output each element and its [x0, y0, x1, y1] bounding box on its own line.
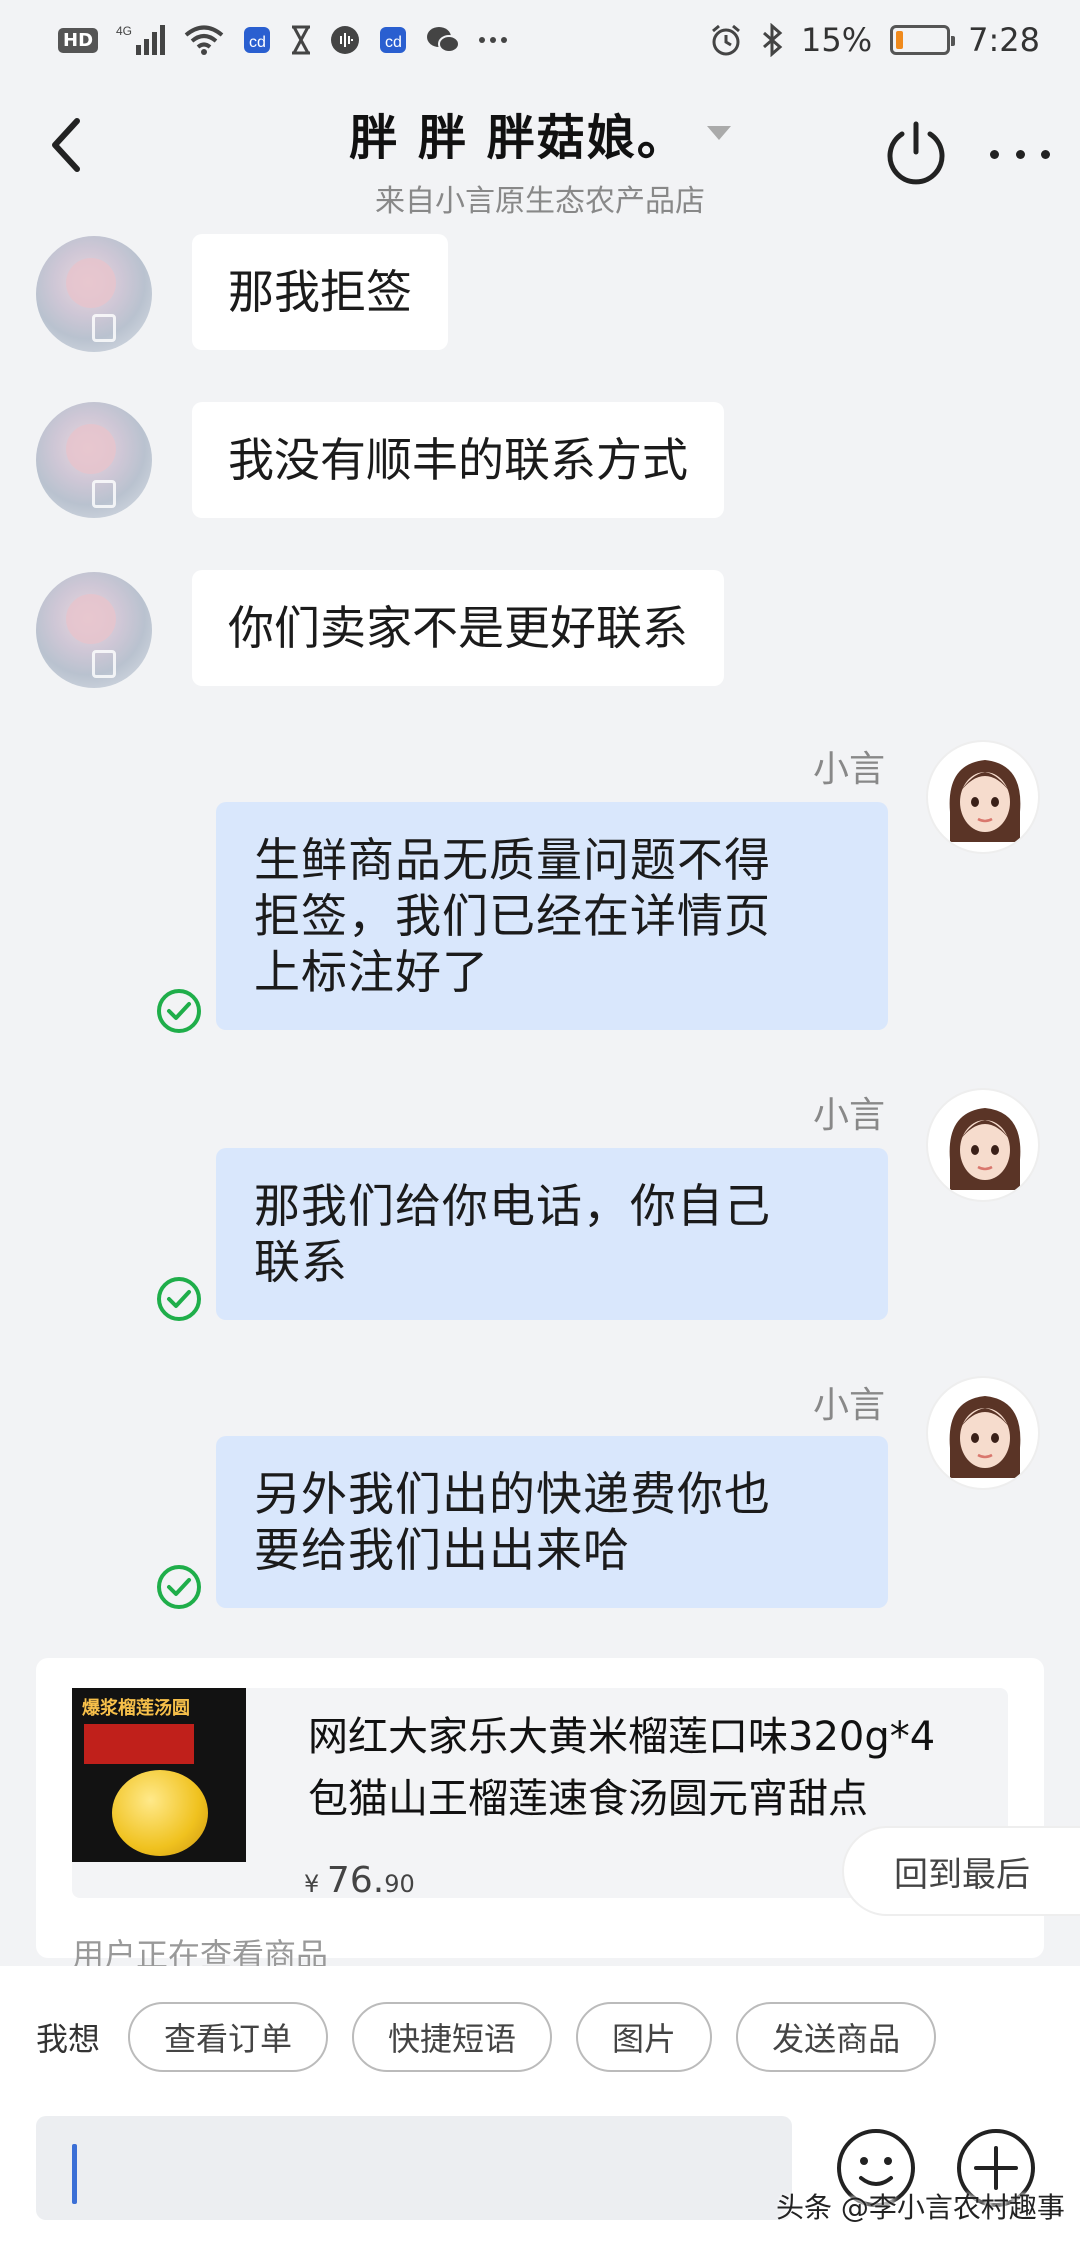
buyer-avatar[interactable]: [36, 402, 152, 518]
read-check-icon: [157, 1565, 201, 1609]
product-price: ¥ 76.90: [304, 1860, 415, 1901]
network-label: 4G: [116, 24, 132, 38]
more-icon-dot: [1041, 149, 1050, 159]
chip-quick-phrases[interactable]: 快捷短语: [352, 2002, 553, 2072]
message-bubble-buyer[interactable]: 你们卖家不是更好联系: [192, 570, 724, 686]
seller-avatar-image: [949, 1108, 1021, 1190]
price-decimal: 90: [384, 1870, 415, 1898]
clock: 7:28: [968, 21, 1040, 59]
battery-fill: [896, 31, 904, 49]
power-button[interactable]: [880, 118, 952, 190]
back-button[interactable]: [40, 110, 90, 180]
chip-image[interactable]: 图片: [576, 2002, 713, 2072]
chip-send-product[interactable]: 发送商品: [736, 2002, 937, 2072]
buyer-avatar[interactable]: [36, 572, 152, 688]
quick-actions: 我想 查看订单 快捷短语 图片 发送商品: [36, 2002, 937, 2072]
sender-name: 小言: [812, 1095, 885, 1136]
chat-title: 胖 胖 胖菇娘。: [349, 110, 687, 166]
message-line: 要给我们出出来哈: [254, 1523, 630, 1577]
signal-icon: 4G: [116, 23, 166, 57]
message-input[interactable]: [36, 2116, 792, 2220]
status-left: HD 4G cd cd: [58, 23, 508, 57]
audio-icon: [330, 25, 360, 55]
message-line: 另外我们出的快递费你也: [254, 1467, 771, 1521]
seller-avatar-image: [949, 1396, 1021, 1478]
battery-percent: 15%: [801, 21, 873, 59]
text-cursor: [72, 2144, 77, 2204]
wifi-icon: [184, 24, 224, 56]
watermark: 头条 @李小言农村趣事: [776, 2191, 1065, 2224]
hourglass-icon: [290, 25, 312, 55]
app-notification-icon: cd: [378, 25, 408, 55]
more-icon: [990, 149, 999, 159]
chat-title-block[interactable]: 胖 胖 胖菇娘。 来自小言原生态农产品店: [300, 98, 780, 220]
more-notifications-icon: [478, 35, 508, 45]
status-bar: HD 4G cd cd 15% 7:28: [0, 0, 1080, 80]
message-line: 那我们给你电话，你自己: [254, 1179, 771, 1233]
more-icon-dot: [1015, 149, 1025, 159]
svg-text:cd: cd: [385, 34, 402, 51]
product-name: 网红大家乐大黄米榴莲口味320g*4 包猫山王榴莲速食汤圆元宵甜点: [308, 1706, 1008, 1830]
currency-symbol: ¥: [304, 1870, 320, 1898]
message-line: 上标注好了: [254, 945, 489, 999]
sender-name: 小言: [812, 1385, 885, 1426]
chip-view-order[interactable]: 查看订单: [128, 2002, 329, 2072]
product-name-line: 网红大家乐大黄米榴莲口味320g*4: [308, 1714, 936, 1760]
status-right: 15% 7:28: [709, 21, 1040, 59]
seller-avatar-image: [949, 760, 1021, 842]
product-name-line: 包猫山王榴莲速食汤圆元宵甜点: [308, 1776, 868, 1822]
more-button[interactable]: [990, 142, 1050, 166]
power-icon: [887, 121, 945, 185]
seller-avatar[interactable]: [926, 1376, 1040, 1490]
chat-subtitle: 来自小言原生态农产品店: [375, 184, 705, 219]
chat-header: 胖 胖 胖菇娘。 来自小言原生态农产品店: [0, 80, 1080, 219]
sender-name: 小言: [812, 749, 885, 790]
seller-avatar[interactable]: [926, 740, 1040, 854]
message-line: 联系: [254, 1235, 348, 1289]
message-bubble-seller[interactable]: 那我们给你电话，你自己 联系: [216, 1148, 888, 1320]
thumbnail-banner: [84, 1724, 194, 1764]
back-to-latest-button[interactable]: 回到最后: [842, 1826, 1080, 1916]
message-bubble-seller[interactable]: 生鲜商品无质量问题不得 拒签，我们已经在详情页 上标注好了: [216, 802, 888, 1030]
read-check-icon: [157, 1277, 201, 1321]
bluetooth-icon: [761, 23, 783, 57]
app-notification-icon: cd: [242, 25, 272, 55]
message-line: 生鲜商品无质量问题不得: [254, 833, 771, 887]
hd-badge: HD: [58, 27, 99, 53]
thumbnail-product-image: [112, 1770, 208, 1856]
message-bubble-buyer[interactable]: 我没有顺丰的联系方式: [192, 402, 724, 518]
price-integer: 76.: [326, 1860, 385, 1901]
quick-actions-label: 我想: [36, 2020, 101, 2058]
caret-down-icon[interactable]: [706, 126, 731, 140]
alarm-icon: [709, 23, 743, 57]
buyer-avatar[interactable]: [36, 236, 152, 352]
svg-text:cd: cd: [249, 34, 266, 51]
seller-avatar[interactable]: [926, 1088, 1040, 1202]
battery-icon: [890, 25, 956, 55]
message-bubble-buyer[interactable]: 那我拒签: [192, 234, 448, 350]
message-bubble-seller[interactable]: 另外我们出的快递费你也 要给我们出出来哈: [216, 1436, 888, 1608]
wechat-icon: [426, 25, 461, 55]
read-check-icon: [157, 989, 201, 1033]
message-line: 拒签，我们已经在详情页: [254, 889, 771, 943]
thumbnail-title: 爆浆榴莲汤圆: [82, 1698, 190, 1719]
product-thumbnail[interactable]: 爆浆榴莲汤圆: [72, 1688, 246, 1862]
chevron-left-icon: [52, 118, 80, 172]
